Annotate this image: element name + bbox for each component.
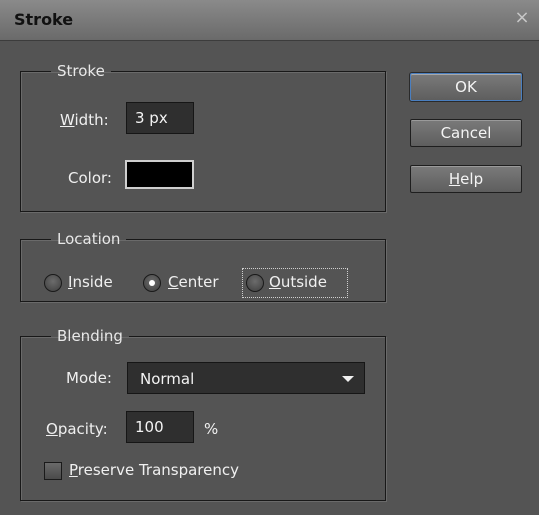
radio-inside[interactable] bbox=[44, 274, 62, 292]
preserve-transparency-label[interactable]: Preserve Transparency bbox=[69, 461, 239, 479]
cancel-button[interactable]: Cancel bbox=[410, 119, 522, 147]
preserve-transparency-checkbox[interactable] bbox=[44, 462, 62, 480]
close-icon[interactable]: × bbox=[513, 9, 531, 27]
location-group-legend: Location bbox=[57, 230, 121, 248]
radio-outside-label[interactable]: Outside bbox=[269, 273, 327, 291]
radio-center-label[interactable]: Center bbox=[168, 273, 219, 291]
radio-outside[interactable] bbox=[246, 274, 264, 292]
stroke-dialog: Stroke × Stroke Width: 3 px Color: OK Ca… bbox=[0, 0, 539, 515]
opacity-field[interactable]: 100 bbox=[126, 411, 194, 443]
blending-group-legend: Blending bbox=[57, 327, 123, 345]
title-bar[interactable]: Stroke × bbox=[0, 0, 539, 41]
radio-selected-dot bbox=[149, 280, 155, 286]
opacity-unit: % bbox=[204, 420, 219, 438]
radio-inside-label[interactable]: Inside bbox=[68, 273, 113, 291]
chevron-down-icon[interactable] bbox=[342, 376, 354, 382]
stroke-group: Stroke bbox=[20, 62, 386, 212]
color-swatch[interactable] bbox=[125, 160, 194, 189]
radio-center[interactable] bbox=[143, 274, 161, 292]
help-button[interactable]: Help bbox=[410, 165, 522, 193]
opacity-label: Opacity: bbox=[46, 420, 108, 438]
color-label: Color: bbox=[68, 169, 112, 187]
mode-select[interactable]: Normal bbox=[127, 362, 365, 394]
mode-select-value: Normal bbox=[140, 370, 195, 388]
stroke-group-legend: Stroke bbox=[57, 62, 105, 80]
width-field[interactable]: 3 px bbox=[126, 102, 194, 134]
width-label: Width: bbox=[60, 111, 109, 129]
dialog-title: Stroke bbox=[14, 10, 74, 29]
mode-label: Mode: bbox=[66, 369, 112, 387]
ok-button[interactable]: OK bbox=[410, 73, 522, 101]
